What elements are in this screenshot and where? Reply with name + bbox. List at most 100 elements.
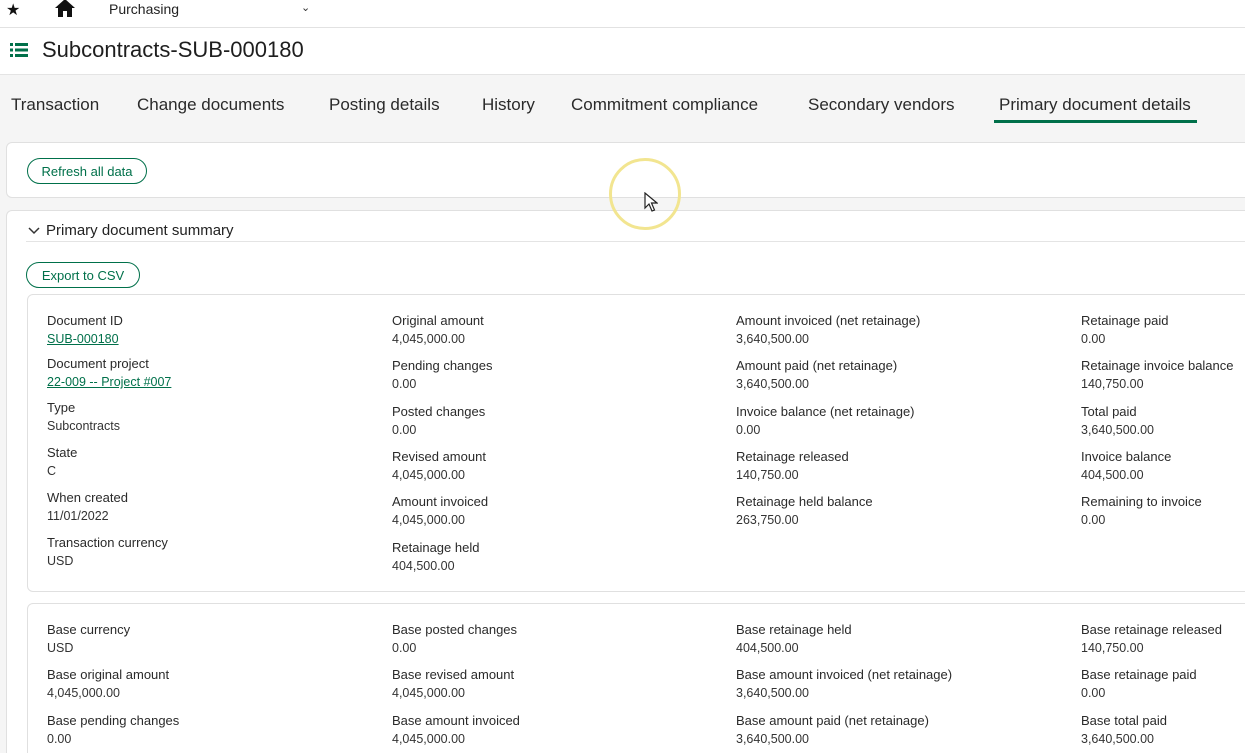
export-to-csv-button[interactable]: Export to CSV [26,262,140,288]
field-label: Amount paid (net retainage) [736,358,898,374]
field-base-original-amount: Base original amount 4,045,000.00 [47,667,169,700]
field-value: 3,640,500.00 [1081,731,1154,746]
tab-change-documents[interactable]: Change documents [137,95,284,115]
field-label: Base amount paid (net retainage) [736,712,929,728]
field-label: Base revised amount [392,667,515,683]
section-header[interactable]: Primary document summary [28,222,234,239]
summary-fields-card [27,294,1245,592]
field-label: Amount invoiced (net retainage) [736,313,921,328]
field-label: Retainage invoice balance [1081,358,1234,374]
tab-commitment-compliance[interactable]: Commitment compliance [571,95,758,115]
field-label: Base posted changes [392,622,518,637]
field-base-retainage-held: Base retainage held 404,500.00 [736,622,852,655]
field-label: Transaction currency [47,535,168,550]
field-value: 3,640,500.00 [1081,422,1154,437]
field-base-retainage-paid: Base retainage paid 0.00 [1081,667,1197,700]
field-label: State [47,445,78,460]
chevron-down-icon[interactable]: ⌄ [301,1,310,14]
field-label: Total paid [1081,403,1137,419]
field-value: USD [47,641,74,655]
tab-secondary-vendors[interactable]: Secondary vendors [808,95,954,115]
field-invoice-balance-net-retainage: Invoice balance (net retainage) 0.00 [736,404,915,437]
field-value: 140,750.00 [736,467,799,482]
section-title: Primary document summary [46,222,234,239]
field-total-paid: Total paid 3,640,500.00 [1081,404,1154,437]
field-retainage-invoice-balance: Retainage invoice balance 140,750.00 [1081,358,1234,391]
field-value: 4,045,000.00 [392,686,465,701]
field-value: 4,045,000.00 [392,467,465,482]
field-retainage-held: Retainage held 404,500.00 [392,540,479,573]
tab-posting-details[interactable]: Posting details [329,95,440,115]
field-label: Retainage held balance [736,494,873,510]
field-state: State C [47,445,77,478]
tab-transaction[interactable]: Transaction [11,95,99,115]
field-invoice-balance: Invoice balance 404,500.00 [1081,449,1171,482]
field-value: C [47,464,57,478]
field-value: 404,500.00 [736,641,799,655]
tab-history[interactable]: History [482,95,535,115]
star-icon[interactable]: ★ [6,0,20,20]
tab-primary-document-details[interactable]: Primary document details [994,95,1197,123]
field-amount-invoiced: Amount invoiced 4,045,000.00 [392,494,488,527]
field-label: Base retainage paid [1081,667,1197,683]
field-base-revised-amount: Base revised amount 4,045,000.00 [392,667,514,700]
field-label: Document ID [47,313,123,328]
field-value: 263,750.00 [736,513,799,528]
field-label: Pending changes [392,358,493,374]
field-value: 0.00 [392,422,417,437]
field-label: Base currency [47,622,131,637]
field-value: Subcontracts [47,419,120,433]
field-label: Amount invoiced [392,494,489,510]
field-value: 3,640,500.00 [736,686,809,701]
tab-bar: Transaction Change documents Posting det… [0,75,1245,125]
field-label: Base pending changes [47,712,180,728]
field-label: Revised amount [392,448,486,464]
field-value: 3,640,500.00 [736,377,809,392]
field-amount-paid-net-retainage: Amount paid (net retainage) 3,640,500.00 [736,358,897,391]
field-value: 404,500.00 [392,558,455,573]
field-value-link[interactable]: SUB-000180 [47,332,123,346]
field-value: 0.00 [1081,513,1106,528]
field-label: When created [47,490,128,505]
field-value: 0.00 [1081,686,1106,701]
field-revised-amount: Revised amount 4,045,000.00 [392,449,486,482]
field-label: Retainage paid [1081,313,1169,328]
field-type: Type Subcontracts [47,400,120,433]
field-value: 0.00 [392,641,417,655]
field-document-project: Document project 22-009 -- Project #007 [47,356,171,389]
field-remaining-to-invoice: Remaining to invoice 0.00 [1081,494,1202,527]
field-value-link[interactable]: 22-009 -- Project #007 [47,375,171,389]
field-label: Type [47,400,76,415]
list-icon[interactable] [10,43,28,57]
field-amount-invoiced-net-retainage: Amount invoiced (net retainage) 3,640,500… [736,313,920,346]
title-bar: Subcontracts-SUB-000180 [0,28,1245,75]
field-label: Retainage released [736,448,849,464]
field-base-currency: Base currency USD [47,622,130,655]
field-base-retainage-released: Base retainage released 140,750.00 [1081,622,1222,655]
chevron-down-icon[interactable] [28,226,40,235]
field-value: 4,045,000.00 [392,513,465,528]
field-document-id: Document ID SUB-000180 [47,313,123,346]
field-value: 0.00 [47,731,72,746]
field-posted-changes: Posted changes 0.00 [392,404,485,437]
field-value: 3,640,500.00 [736,731,809,746]
field-base-amount-invoiced-net-retainage: Base amount invoiced (net retainage) 3,64… [736,667,952,700]
field-label: Invoice balance [1081,448,1172,464]
home-icon[interactable] [54,0,76,18]
field-value: 0.00 [1081,332,1106,346]
field-label: Document project [47,356,149,371]
field-label: Invoice balance (net retainage) [736,403,915,419]
field-value: 140,750.00 [1081,377,1144,392]
field-value: 11/01/2022 [47,509,109,523]
top-bar: ★ Purchasing ⌄ [0,0,1245,28]
field-label: Remaining to invoice [1081,494,1202,510]
field-value: 140,750.00 [1081,641,1144,655]
field-original-amount: Original amount 4,045,000.00 [392,313,484,346]
field-base-posted-changes: Base posted changes 0.00 [392,622,517,655]
page-title: Subcontracts-SUB-000180 [42,37,304,62]
refresh-all-data-button[interactable]: Refresh all data [27,158,147,184]
module-selector[interactable]: Purchasing [109,1,179,17]
field-label: Base retainage released [1081,622,1222,637]
field-value: USD [47,554,74,568]
field-base-amount-invoiced: Base amount invoiced 4,045,000.00 [392,713,520,746]
